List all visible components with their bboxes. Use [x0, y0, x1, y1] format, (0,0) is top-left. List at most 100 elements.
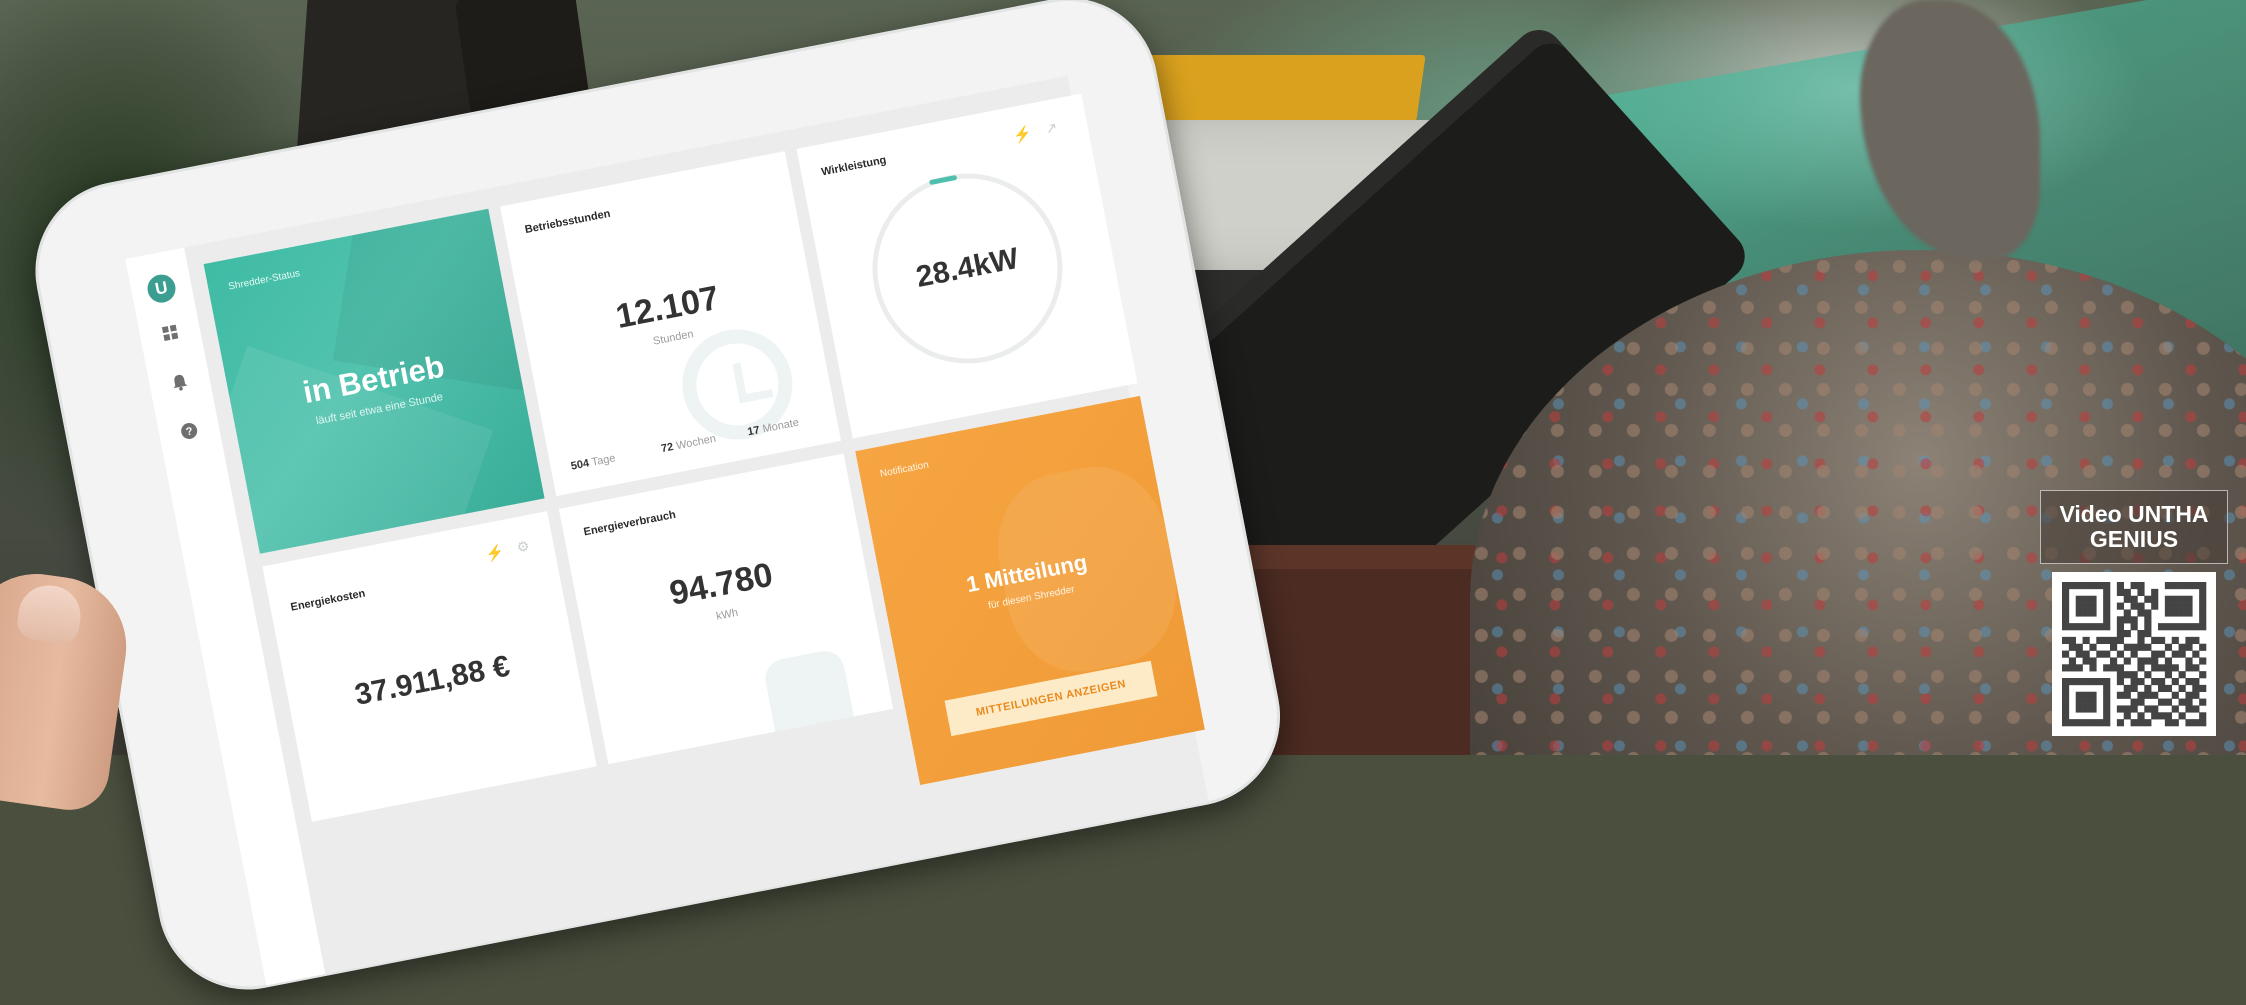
active-power-card[interactable]: Wirkleistung ⚡ ↗ 28.4kW — [796, 93, 1138, 439]
qr-module — [2130, 678, 2138, 686]
qr-module — [2068, 582, 2077, 590]
qr-module — [2164, 719, 2173, 727]
qr-module — [2089, 691, 2097, 699]
qr-module — [2130, 684, 2138, 693]
qr-module — [2171, 691, 2179, 699]
qr-module — [2089, 678, 2097, 686]
qr-module — [2082, 636, 2090, 645]
qr-module — [2144, 616, 2152, 624]
qr-module — [2137, 664, 2145, 672]
line-chart-icon[interactable]: ↗ — [1044, 119, 1059, 138]
qr-module — [2075, 691, 2083, 699]
qr-code[interactable] — [2052, 572, 2216, 736]
energy-consumption-card[interactable]: Energieverbrauch 94.780 kWh — [558, 453, 894, 765]
qr-module — [2151, 595, 2159, 603]
weeks-value: 72 — [660, 440, 675, 456]
qr-module — [2075, 595, 2083, 603]
qr-module — [2062, 616, 2070, 624]
energy-costs-card[interactable]: Energiekosten ⚡ ⚙ 37.911,88 € — [262, 511, 597, 822]
qr-module — [2116, 623, 2125, 631]
qr-module — [2089, 705, 2097, 713]
qr-module — [2171, 719, 2179, 727]
plug-icon — [761, 647, 858, 752]
qr-module — [2171, 650, 2179, 658]
qr-module — [2116, 719, 2125, 727]
qr-module — [2137, 719, 2145, 727]
qr-module — [2185, 657, 2193, 665]
qr-module — [2144, 684, 2152, 693]
untha-logo: U — [145, 272, 178, 306]
qr-module — [2103, 595, 2111, 603]
gear-icon[interactable]: ⚙ — [515, 537, 531, 556]
qr-module — [2151, 678, 2159, 686]
days-stat: 504 Tage — [570, 452, 617, 472]
qr-module — [2137, 630, 2145, 638]
qr-module — [2062, 678, 2070, 686]
qr-module — [2199, 602, 2207, 610]
show-notifications-button[interactable]: MITTEILUNGEN ANZEIGEN — [944, 660, 1158, 737]
qr-module — [2123, 630, 2131, 638]
qr-module — [2192, 636, 2200, 645]
shredder-status-card[interactable]: Shredder-Status in Betrieb läuft seit et… — [203, 208, 545, 554]
qr-module — [2171, 678, 2179, 686]
qr-module — [2096, 678, 2104, 686]
qr-module — [2103, 705, 2111, 713]
qr-module — [2185, 691, 2193, 699]
qr-module — [2075, 623, 2083, 631]
qr-module — [2062, 582, 2070, 590]
energy-card-title: Energieverbrauch — [582, 508, 677, 539]
qr-module — [2178, 684, 2186, 693]
qr-module — [2171, 623, 2179, 631]
qr-module — [2075, 602, 2083, 610]
operating-hours-card[interactable]: Betriebsstunden 12.107 Stunden 504 Tage … — [500, 151, 842, 497]
qr-module — [2199, 588, 2207, 597]
qr-module — [2171, 602, 2179, 610]
qr-module — [2068, 623, 2077, 631]
help-icon[interactable]: ? — [179, 420, 200, 441]
qr-module — [2089, 664, 2097, 672]
qr-module — [2185, 698, 2193, 706]
qr-module — [2144, 643, 2152, 651]
qr-caption-line2: GENIUS — [2089, 526, 2179, 552]
qr-module — [2171, 705, 2179, 713]
qr-module — [2103, 650, 2111, 658]
qr-module — [2068, 719, 2077, 727]
status-card-title: Shredder-Status — [227, 268, 302, 293]
lightning-icon[interactable]: ⚡ — [1012, 124, 1034, 145]
qr-module — [2116, 705, 2125, 713]
qr-module — [2089, 582, 2097, 590]
qr-module — [2199, 719, 2207, 727]
qr-module — [2082, 595, 2090, 603]
grid-icon[interactable] — [160, 322, 181, 343]
qr-module — [2151, 588, 2159, 597]
qr-module — [2116, 671, 2125, 679]
qr-module — [2199, 657, 2207, 665]
qr-module — [2103, 636, 2111, 645]
qr-code-frame[interactable] — [2052, 572, 2216, 736]
thumbnail — [15, 581, 85, 646]
qr-module — [2130, 602, 2138, 610]
qr-module — [2137, 582, 2145, 590]
qr-module — [2130, 705, 2138, 713]
qr-module — [2130, 650, 2138, 658]
qr-module — [2110, 664, 2118, 672]
qr-module — [2192, 684, 2200, 693]
qr-module — [2096, 623, 2104, 631]
qr-module — [2158, 664, 2166, 672]
qr-module — [2192, 623, 2200, 631]
video-qr-panel: Video UNTHA GENIUS — [2040, 490, 2228, 748]
qr-module — [2116, 630, 2125, 638]
lightning-icon[interactable]: ⚡ — [484, 542, 506, 563]
notification-card-title: Notification — [879, 459, 930, 480]
qr-module — [2116, 616, 2125, 624]
qr-module — [2116, 650, 2125, 658]
qr-module — [2178, 671, 2186, 679]
qr-module — [2062, 595, 2070, 603]
hours-card-title: Betriebsstunden — [523, 207, 612, 237]
qr-module — [2164, 671, 2173, 679]
qr-module — [2096, 719, 2104, 727]
bell-icon[interactable] — [169, 371, 190, 392]
qr-module — [2144, 657, 2152, 665]
qr-module — [2130, 719, 2138, 727]
notification-card[interactable]: Notification 1 Mitteilung für diesen Shr… — [855, 395, 1205, 785]
